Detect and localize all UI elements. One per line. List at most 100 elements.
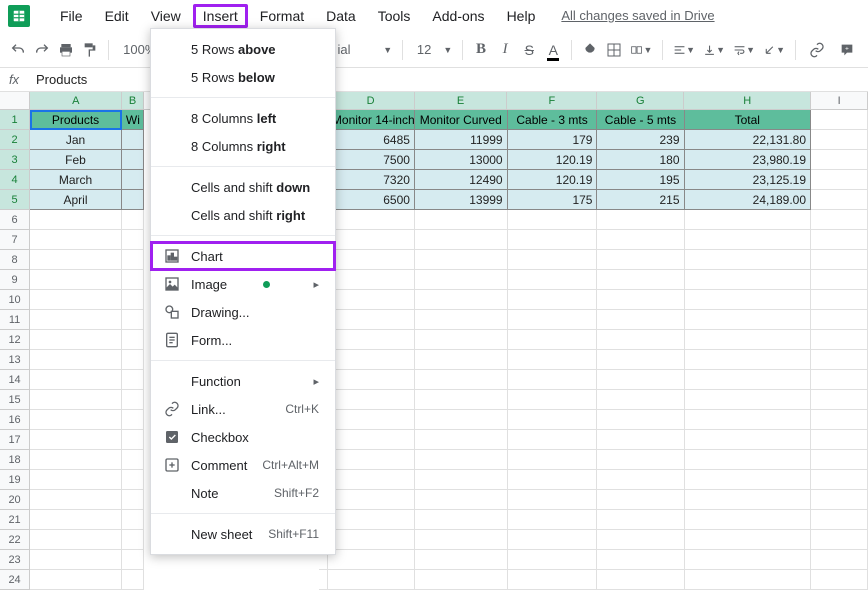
cell[interactable] bbox=[319, 570, 328, 590]
cell[interactable] bbox=[415, 270, 508, 290]
insert-cells-down[interactable]: Cells and shift down bbox=[151, 173, 335, 201]
cell[interactable] bbox=[685, 310, 812, 330]
font-size-dropdown[interactable]: 12 bbox=[413, 42, 435, 57]
wrap-button[interactable]: ▼ bbox=[733, 39, 755, 61]
insert-new-sheet[interactable]: New sheet Shift+F11 bbox=[151, 520, 335, 548]
cell[interactable] bbox=[597, 550, 684, 570]
cell[interactable] bbox=[811, 230, 868, 250]
cell[interactable]: Monitor Curved bbox=[415, 110, 508, 130]
cell[interactable] bbox=[811, 170, 868, 190]
cell[interactable] bbox=[328, 290, 415, 310]
cell[interactable] bbox=[685, 450, 812, 470]
cell[interactable] bbox=[122, 470, 144, 490]
cell[interactable]: April bbox=[30, 190, 122, 210]
cell[interactable] bbox=[122, 310, 144, 330]
cell[interactable]: 23,125.19 bbox=[685, 170, 812, 190]
cell[interactable] bbox=[811, 550, 868, 570]
cell[interactable] bbox=[415, 290, 508, 310]
cell[interactable] bbox=[508, 570, 598, 590]
cell[interactable] bbox=[122, 490, 144, 510]
row-header[interactable]: 3 bbox=[0, 150, 30, 170]
cell[interactable] bbox=[30, 530, 122, 550]
cell[interactable] bbox=[415, 490, 508, 510]
cell[interactable] bbox=[685, 230, 812, 250]
cell[interactable]: 180 bbox=[597, 150, 684, 170]
cell[interactable] bbox=[328, 430, 415, 450]
print-button[interactable] bbox=[58, 39, 74, 61]
cell[interactable] bbox=[685, 470, 812, 490]
cell[interactable] bbox=[508, 490, 598, 510]
cell[interactable] bbox=[30, 550, 122, 570]
cell[interactable] bbox=[508, 330, 598, 350]
cell[interactable] bbox=[415, 330, 508, 350]
cell[interactable] bbox=[597, 530, 684, 550]
cell[interactable] bbox=[811, 110, 868, 130]
cell[interactable] bbox=[328, 470, 415, 490]
cell[interactable] bbox=[811, 210, 868, 230]
insert-checkbox[interactable]: Checkbox bbox=[151, 423, 335, 451]
cell[interactable] bbox=[415, 230, 508, 250]
cell[interactable] bbox=[328, 450, 415, 470]
cell[interactable] bbox=[328, 510, 415, 530]
cell[interactable] bbox=[415, 310, 508, 330]
row-header[interactable]: 12 bbox=[0, 330, 30, 350]
cell[interactable] bbox=[328, 310, 415, 330]
cell[interactable] bbox=[122, 190, 144, 210]
cell[interactable] bbox=[685, 490, 812, 510]
cell[interactable] bbox=[415, 450, 508, 470]
cell[interactable] bbox=[685, 430, 812, 450]
menu-format[interactable]: Format bbox=[250, 4, 314, 28]
cell[interactable]: 120.19 bbox=[508, 170, 598, 190]
row-header[interactable]: 8 bbox=[0, 250, 30, 270]
cell[interactable] bbox=[597, 270, 684, 290]
paint-format-button[interactable] bbox=[82, 39, 98, 61]
cell[interactable]: Cable - 3 mts bbox=[508, 110, 598, 130]
insert-chart[interactable]: Chart bbox=[151, 242, 335, 270]
cell[interactable] bbox=[30, 250, 122, 270]
cell[interactable] bbox=[30, 290, 122, 310]
cell[interactable] bbox=[30, 430, 122, 450]
row-header[interactable]: 10 bbox=[0, 290, 30, 310]
cell[interactable] bbox=[811, 570, 868, 590]
cell[interactable]: 179 bbox=[508, 130, 598, 150]
cell[interactable] bbox=[30, 510, 122, 530]
row-header[interactable]: 6 bbox=[0, 210, 30, 230]
cell[interactable] bbox=[122, 150, 144, 170]
row-header[interactable]: 9 bbox=[0, 270, 30, 290]
cell[interactable] bbox=[122, 530, 144, 550]
cell[interactable] bbox=[685, 530, 812, 550]
cell[interactable]: 22,131.80 bbox=[685, 130, 812, 150]
cell[interactable] bbox=[811, 390, 868, 410]
cell[interactable] bbox=[597, 510, 684, 530]
cell[interactable] bbox=[685, 410, 812, 430]
row-header[interactable]: 17 bbox=[0, 430, 30, 450]
col-header-g[interactable]: G bbox=[597, 92, 684, 109]
cell[interactable] bbox=[597, 370, 684, 390]
cell[interactable] bbox=[508, 230, 598, 250]
insert-note[interactable]: Note Shift+F2 bbox=[151, 479, 335, 507]
cell[interactable] bbox=[328, 370, 415, 390]
cell[interactable] bbox=[685, 370, 812, 390]
link-button[interactable] bbox=[806, 39, 828, 61]
cell[interactable]: Products bbox=[30, 110, 122, 130]
cell[interactable] bbox=[685, 270, 812, 290]
cell[interactable] bbox=[30, 490, 122, 510]
cell[interactable]: 23,980.19 bbox=[685, 150, 812, 170]
font-family-dropdown[interactable]: ial bbox=[334, 42, 376, 57]
col-header-b[interactable]: B bbox=[122, 92, 144, 109]
col-header-a[interactable]: A bbox=[30, 92, 122, 109]
cell[interactable] bbox=[811, 490, 868, 510]
cell[interactable]: March bbox=[30, 170, 122, 190]
cell[interactable] bbox=[597, 490, 684, 510]
cell[interactable] bbox=[508, 390, 598, 410]
insert-drawing[interactable]: Drawing... bbox=[151, 298, 335, 326]
merge-button[interactable]: ▼ bbox=[630, 39, 652, 61]
insert-rows-above[interactable]: 5 Rows above bbox=[151, 35, 335, 63]
row-header[interactable]: 14 bbox=[0, 370, 30, 390]
cell[interactable]: Total bbox=[685, 110, 812, 130]
cell[interactable]: Monitor 14-inch bbox=[328, 110, 415, 130]
cell[interactable] bbox=[811, 510, 868, 530]
cell[interactable] bbox=[30, 390, 122, 410]
cell[interactable] bbox=[415, 530, 508, 550]
cell[interactable] bbox=[597, 390, 684, 410]
